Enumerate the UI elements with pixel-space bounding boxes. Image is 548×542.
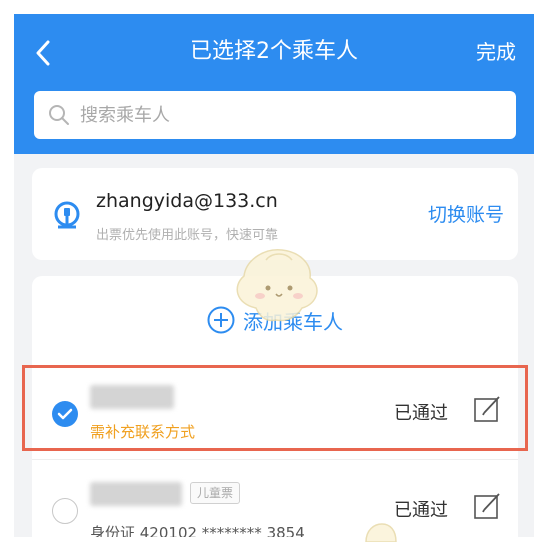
done-button[interactable]: 完成 <box>476 34 516 70</box>
ticket-type-tag: 儿童票 <box>190 482 241 504</box>
verification-status: 已通过 <box>394 403 448 424</box>
edit-icon[interactable] <box>472 393 504 425</box>
railway-logo-icon <box>54 201 80 229</box>
header-bar: 已选择2个乘车人 完成 <box>14 14 534 154</box>
passenger-name-redacted <box>90 385 174 409</box>
chevron-left-icon <box>36 40 50 66</box>
passenger-subtext: 需补充联系方式 <box>90 423 196 441</box>
passenger-checkbox-unchecked[interactable] <box>52 498 78 524</box>
passenger-name-redacted <box>90 482 182 506</box>
passenger-checkbox-checked[interactable] <box>52 401 78 427</box>
passenger-row[interactable]: 儿童票 身份证 420102 ******** 3854 已通过 <box>32 468 518 537</box>
row-divider <box>32 459 518 460</box>
switch-account-button[interactable]: 切换账号 <box>428 200 504 227</box>
back-button[interactable] <box>26 36 60 70</box>
mascot-watermark-icon <box>365 523 397 542</box>
mascot-watermark-icon <box>236 249 318 322</box>
edit-icon[interactable] <box>472 490 504 522</box>
search-bar[interactable] <box>34 91 516 139</box>
account-email: zhangyida@133.cn <box>96 190 278 212</box>
page-title: 已选择2个乘车人 <box>190 39 358 64</box>
search-icon <box>49 105 69 125</box>
passenger-id-number: 身份证 420102 ******** 3854 <box>90 524 305 537</box>
passenger-row[interactable]: 需补充联系方式 已通过 <box>32 371 518 457</box>
verification-status: 已通过 <box>394 500 448 521</box>
search-input[interactable] <box>78 103 502 127</box>
checkmark-icon <box>57 408 73 420</box>
